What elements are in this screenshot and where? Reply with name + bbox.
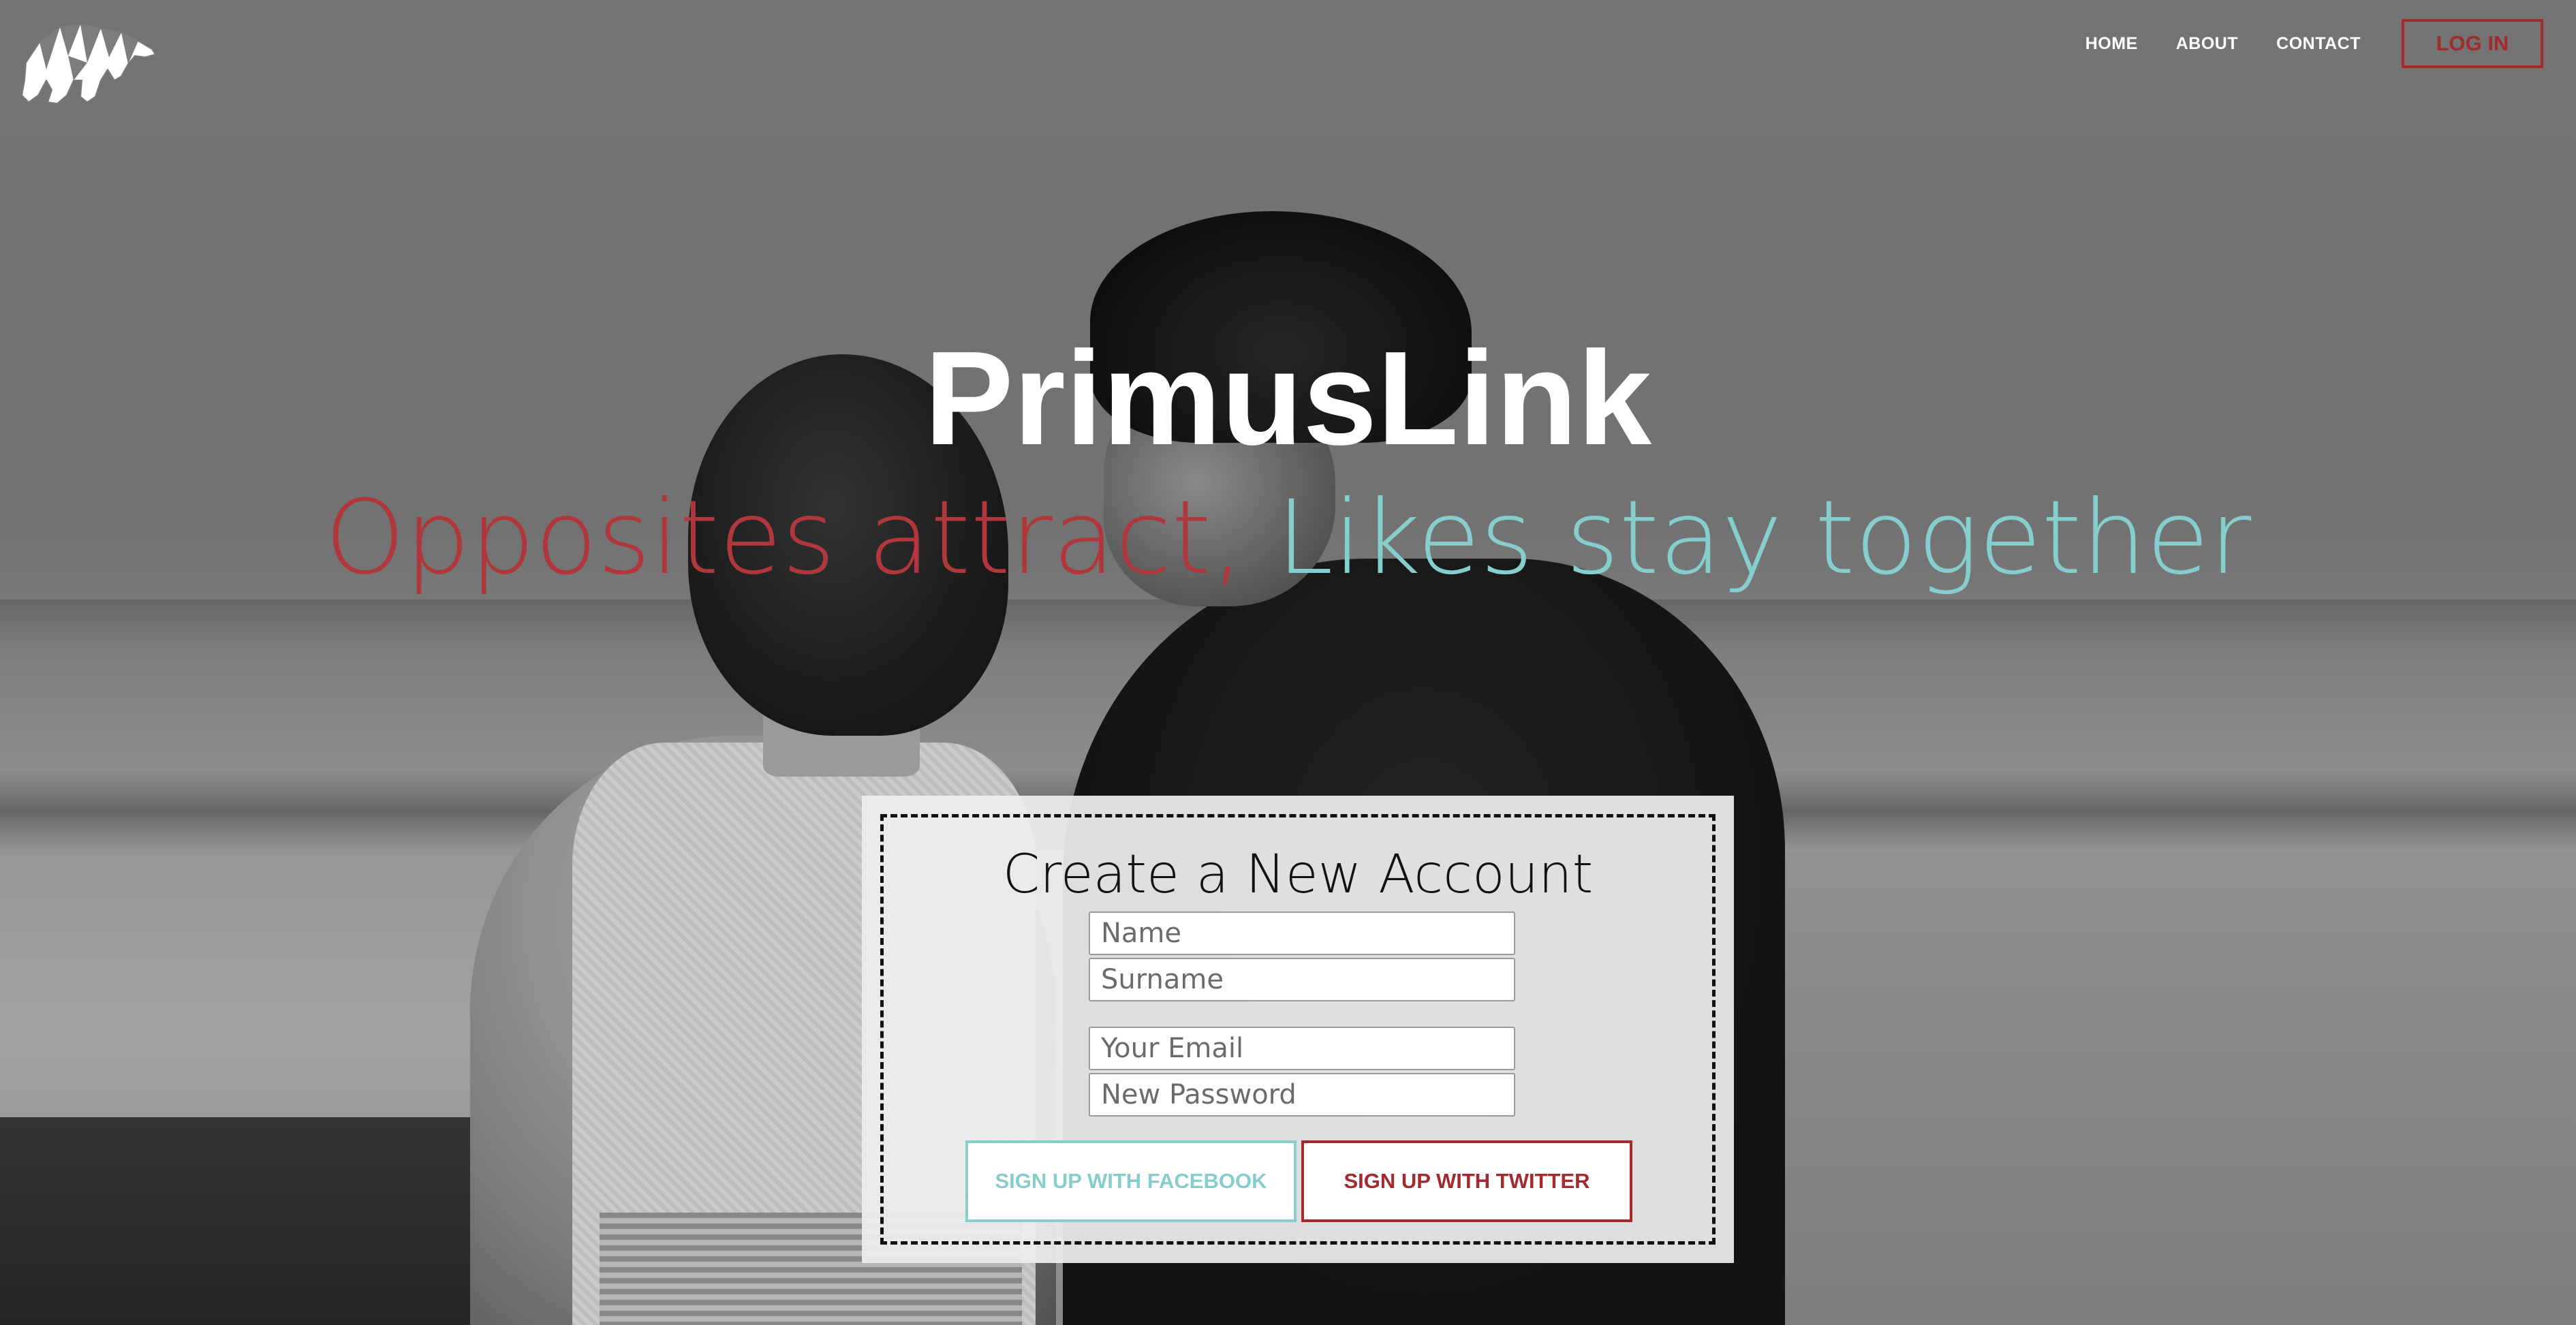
- twitter-signup-button[interactable]: SIGN UP WITH TWITTER: [1301, 1140, 1632, 1222]
- main-nav: HOME ABOUT CONTACT LOG IN: [2047, 19, 2543, 68]
- login-button[interactable]: LOG IN: [2402, 19, 2543, 68]
- email-input[interactable]: [1089, 1027, 1515, 1070]
- brand-title: PrimusLink: [924, 324, 1652, 473]
- polar-bear-logo-icon[interactable]: [19, 15, 159, 105]
- nav-contact-link[interactable]: CONTACT: [2276, 34, 2361, 54]
- facebook-signup-label: SIGN UP WITH FACEBOOK: [995, 1169, 1267, 1193]
- tagline: Opposites attract, Likes stay together: [0, 477, 2576, 599]
- twitter-signup-label: SIGN UP WITH TWITTER: [1344, 1169, 1590, 1193]
- landing-page: HOME ABOUT CONTACT LOG IN PrimusLink Opp…: [0, 0, 2576, 1325]
- nav-home-link[interactable]: HOME: [2085, 34, 2138, 54]
- name-input[interactable]: [1089, 911, 1515, 955]
- signup-card-border: Create a New Account SIGN UP WITH FACEBO…: [880, 814, 1716, 1245]
- tagline-opposites: Opposites attract,: [324, 479, 1244, 597]
- facebook-signup-button[interactable]: SIGN UP WITH FACEBOOK: [965, 1140, 1297, 1222]
- signup-title: Create a New Account: [1002, 844, 1594, 905]
- tagline-likes: Likes stay together: [1276, 479, 2252, 597]
- signup-card: Create a New Account SIGN UP WITH FACEBO…: [862, 796, 1734, 1263]
- password-input[interactable]: [1089, 1073, 1515, 1117]
- nav-about-link[interactable]: ABOUT: [2176, 34, 2238, 54]
- surname-input[interactable]: [1089, 958, 1515, 1001]
